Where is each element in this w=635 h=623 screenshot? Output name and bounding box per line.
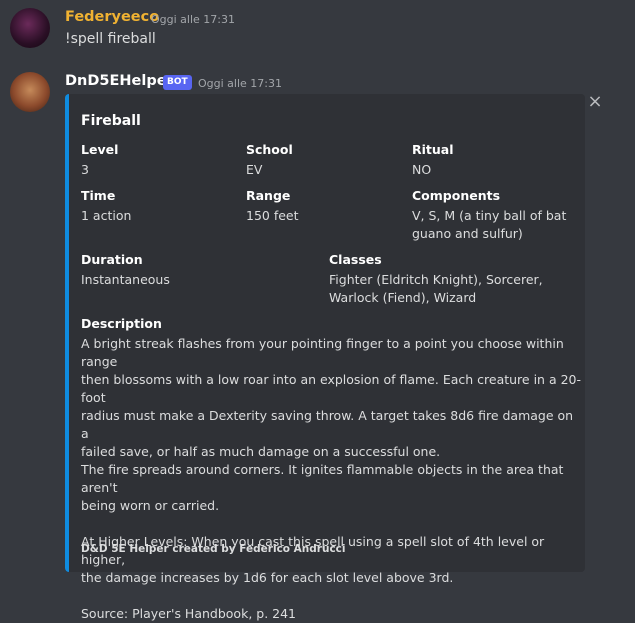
field-level-name: Level bbox=[81, 142, 119, 157]
field-duration-name: Duration bbox=[81, 252, 143, 267]
field-duration-value: Instantaneous bbox=[81, 272, 170, 287]
description-line: being worn or carried. bbox=[81, 498, 220, 513]
message-timestamp: Oggi alle 17:31 bbox=[151, 13, 235, 26]
description-line: The fire spreads around corners. It igni… bbox=[81, 462, 564, 495]
description-line: then blossoms with a low roar into an ex… bbox=[81, 372, 582, 405]
embed-title: Fireball bbox=[81, 113, 141, 129]
embed-footer: D&D 5E Helper created by Federico Andruc… bbox=[81, 543, 346, 555]
description-line: A bright streak flashes from your pointi… bbox=[81, 336, 564, 369]
bot-avatar[interactable] bbox=[10, 72, 50, 112]
field-school-value: EV bbox=[246, 162, 263, 177]
field-classes-value-line1: Fighter (Eldritch Knight), Sorcerer, bbox=[329, 272, 543, 287]
description-line: failed save, or half as much damage on a… bbox=[81, 444, 441, 459]
field-level-value: 3 bbox=[81, 162, 89, 177]
description-line: Source: Player's Handbook, p. 241 bbox=[81, 606, 297, 621]
field-range-name: Range bbox=[246, 188, 291, 203]
message-author[interactable]: Federyeeco bbox=[65, 9, 159, 25]
bot-author[interactable]: DnD5EHelper bbox=[65, 73, 174, 89]
field-ritual-value: NO bbox=[412, 162, 432, 177]
field-description-name: Description bbox=[81, 316, 162, 331]
description-line bbox=[81, 515, 581, 533]
bot-message-timestamp: Oggi alle 17:31 bbox=[198, 77, 282, 90]
field-time-name: Time bbox=[81, 188, 116, 203]
field-range-value: 150 feet bbox=[246, 208, 299, 223]
field-ritual-name: Ritual bbox=[412, 142, 454, 157]
field-components-value-line1: V, S, M (a tiny ball of bat bbox=[412, 208, 567, 223]
field-classes-name: Classes bbox=[329, 252, 382, 267]
field-classes-value-line2: Warlock (Fiend), Wizard bbox=[329, 290, 477, 305]
description-line bbox=[81, 587, 581, 605]
field-components-name: Components bbox=[412, 188, 501, 203]
user-avatar[interactable] bbox=[10, 8, 50, 48]
field-time-value: 1 action bbox=[81, 208, 132, 223]
field-description-value: A bright streak flashes from your pointi… bbox=[81, 335, 581, 623]
description-line: the damage increases by 1d6 for each slo… bbox=[81, 570, 454, 585]
field-school-name: School bbox=[246, 142, 293, 157]
message-content: !spell fireball bbox=[65, 31, 156, 47]
field-components-value-line2: guano and sulfur) bbox=[412, 226, 523, 241]
bot-badge: BOT bbox=[163, 75, 192, 90]
description-line: radius must make a Dexterity saving thro… bbox=[81, 408, 574, 441]
close-icon[interactable]: × bbox=[586, 93, 604, 111]
